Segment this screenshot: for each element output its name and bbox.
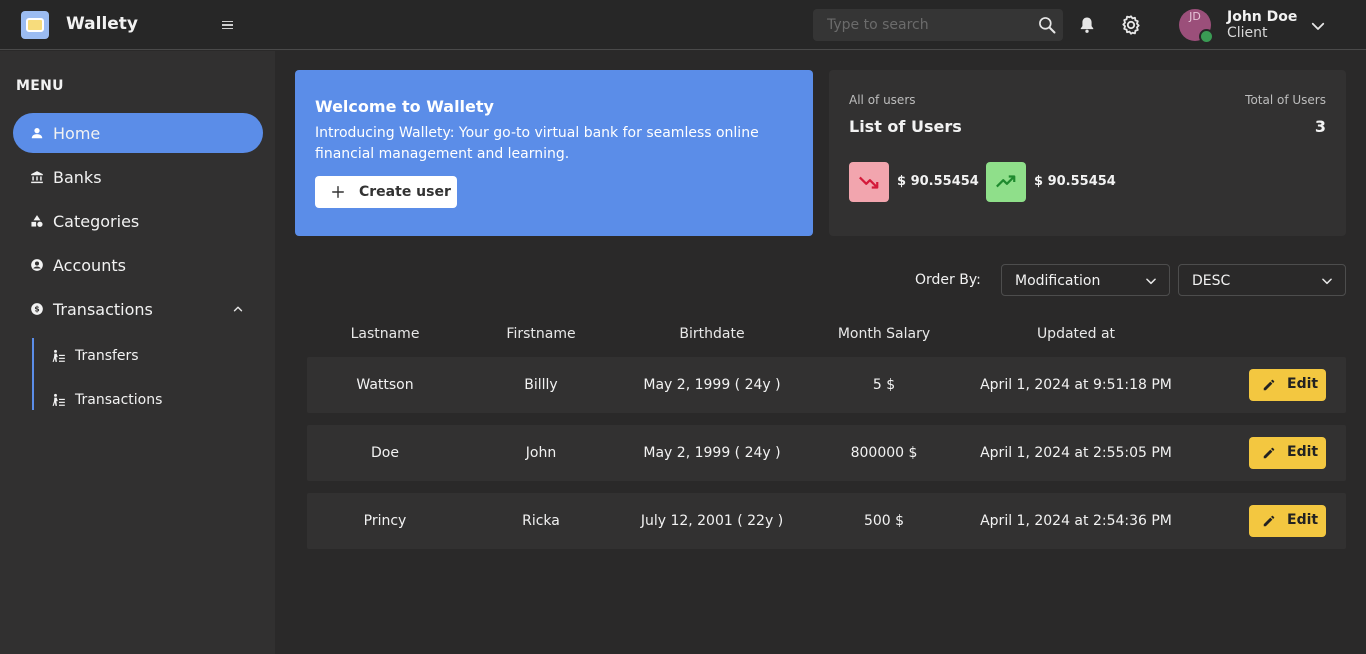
welcome-text: Introducing Wallety: Your go-to virtual …: [315, 125, 759, 162]
transfer-icon: [52, 393, 65, 406]
column-header-firstname: Firstname: [506, 326, 576, 342]
cell-lastname: Princy: [363, 513, 407, 529]
trend-down-value: $ 90.55454: [897, 174, 979, 189]
cell-updated-at: April 1, 2024 at 2:54:36 PM: [980, 513, 1172, 529]
transfer-icon: [52, 349, 65, 362]
create-user-button[interactable]: Create user: [315, 176, 457, 208]
order-direction-select[interactable]: DESC: [1178, 264, 1346, 296]
cell-birthdate: May 2, 1999 ( 24y ): [643, 377, 781, 393]
sidebar-item-label: Banks: [53, 167, 102, 187]
cell-lastname: Doe: [371, 445, 399, 461]
cell-salary: 500 $: [863, 513, 905, 529]
menu-toggle-button[interactable]: [222, 16, 238, 34]
edit-button[interactable]: Edit: [1249, 505, 1326, 537]
trending-down-icon: [859, 176, 879, 189]
top-bar: Wallety JD John Doe Client: [0, 0, 1366, 50]
column-header-lastname: Lastname: [350, 326, 420, 342]
cell-lastname: Wattson: [356, 377, 414, 393]
sidebar-item-label: Categories: [53, 211, 140, 231]
total-users-value: 3: [1314, 117, 1326, 136]
users-card-title: List of Users: [849, 117, 962, 136]
edit-button[interactable]: Edit: [1249, 437, 1326, 469]
app-title: Wallety: [66, 14, 139, 34]
sidebar-item-accounts[interactable]: Accounts: [13, 245, 263, 285]
bell-icon[interactable]: [1077, 14, 1097, 36]
cell-updated-at: April 1, 2024 at 9:51:18 PM: [980, 377, 1172, 393]
online-status-dot: [1199, 29, 1214, 44]
cell-birthdate: May 2, 1999 ( 24y ): [643, 445, 781, 461]
bank-icon: [31, 171, 43, 184]
user-name: John Doe: [1227, 9, 1298, 25]
dollar-circle-icon: $: [31, 303, 43, 315]
person-icon: [31, 128, 43, 139]
cell-updated-at: April 1, 2024 at 2:55:05 PM: [980, 445, 1172, 461]
sidebar-item-home[interactable]: Home: [13, 113, 263, 153]
chevron-down-icon: [1146, 278, 1156, 285]
cell-salary: 5 $: [872, 377, 896, 393]
cell-firstname: John: [525, 445, 557, 461]
cell-salary: 800000 $: [850, 445, 918, 461]
shapes-icon: [31, 215, 43, 227]
cell-firstname: Ricka: [522, 513, 560, 529]
welcome-title: Welcome to Wallety: [315, 97, 494, 116]
order-field-select[interactable]: Modification: [1001, 264, 1170, 296]
wallet-logo-icon: [21, 11, 49, 39]
sidebar-subitem-transactions[interactable]: Transactions: [52, 387, 252, 413]
svg-text:$: $: [34, 305, 39, 314]
search-input[interactable]: [813, 9, 1028, 41]
gear-icon[interactable]: [1120, 14, 1142, 36]
search-icon[interactable]: [1037, 15, 1057, 35]
plus-icon: [332, 186, 344, 198]
trending-up-icon: [996, 175, 1016, 188]
table-row: Wattson Billly May 2, 1999 ( 24y ) 5 $ A…: [307, 357, 1346, 413]
sidebar-item-banks[interactable]: Banks: [13, 157, 263, 197]
account-circle-icon: [31, 259, 43, 271]
chevron-up-icon[interactable]: [231, 302, 245, 316]
sidebar-subitem-label: Transactions: [75, 392, 163, 408]
column-header-birthdate: Birthdate: [679, 326, 745, 342]
sidebar-item-label: Accounts: [53, 255, 126, 275]
chevron-down-icon: [1322, 278, 1332, 285]
trend-down-badge: [849, 162, 889, 202]
user-role: Client: [1227, 25, 1268, 41]
sidebar: MENU Home Banks Categories Accounts $ Tr…: [0, 51, 275, 654]
order-direction-value: DESC: [1192, 273, 1231, 289]
edit-label: Edit: [1287, 444, 1319, 460]
cell-birthdate: July 12, 2001 ( 22y ): [640, 513, 784, 529]
pencil-icon: [1263, 447, 1275, 459]
menu-heading: MENU: [16, 78, 64, 94]
sidebar-item-label: Home: [53, 123, 101, 143]
sidebar-item-transactions[interactable]: $ Transactions: [13, 289, 263, 329]
pencil-icon: [1263, 515, 1275, 527]
chevron-down-icon[interactable]: [1309, 17, 1327, 35]
users-summary-card: All of users List of Users Total of User…: [829, 70, 1346, 236]
column-header-updated-at: Updated at: [1036, 326, 1116, 342]
order-field-value: Modification: [1015, 273, 1101, 289]
edit-button[interactable]: Edit: [1249, 369, 1326, 401]
search-box: [813, 9, 1063, 41]
subnav-indicator: [32, 338, 34, 410]
table-row: Princy Ricka July 12, 2001 ( 22y ) 500 $…: [307, 493, 1346, 549]
sidebar-subitem-transfers[interactable]: Transfers: [52, 343, 252, 369]
cell-firstname: Billly: [524, 377, 558, 393]
welcome-card: Welcome to Wallety Introducing Wallety: …: [295, 70, 813, 236]
order-by-label: Order By:: [915, 272, 981, 288]
edit-label: Edit: [1287, 376, 1319, 392]
create-user-label: Create user: [359, 184, 451, 200]
total-users-label: Total of Users: [1245, 93, 1326, 107]
trend-up-value: $ 90.55454: [1034, 174, 1116, 189]
sidebar-item-categories[interactable]: Categories: [13, 201, 263, 241]
sidebar-subitem-label: Transfers: [75, 348, 139, 364]
pencil-icon: [1263, 379, 1275, 391]
trend-up-badge: [986, 162, 1026, 202]
sidebar-item-label: Transactions: [53, 299, 153, 319]
users-card-subtitle: All of users: [849, 93, 916, 107]
edit-label: Edit: [1287, 512, 1319, 528]
table-row: Doe John May 2, 1999 ( 24y ) 800000 $ Ap…: [307, 425, 1346, 481]
column-header-month-salary: Month Salary: [837, 326, 931, 342]
